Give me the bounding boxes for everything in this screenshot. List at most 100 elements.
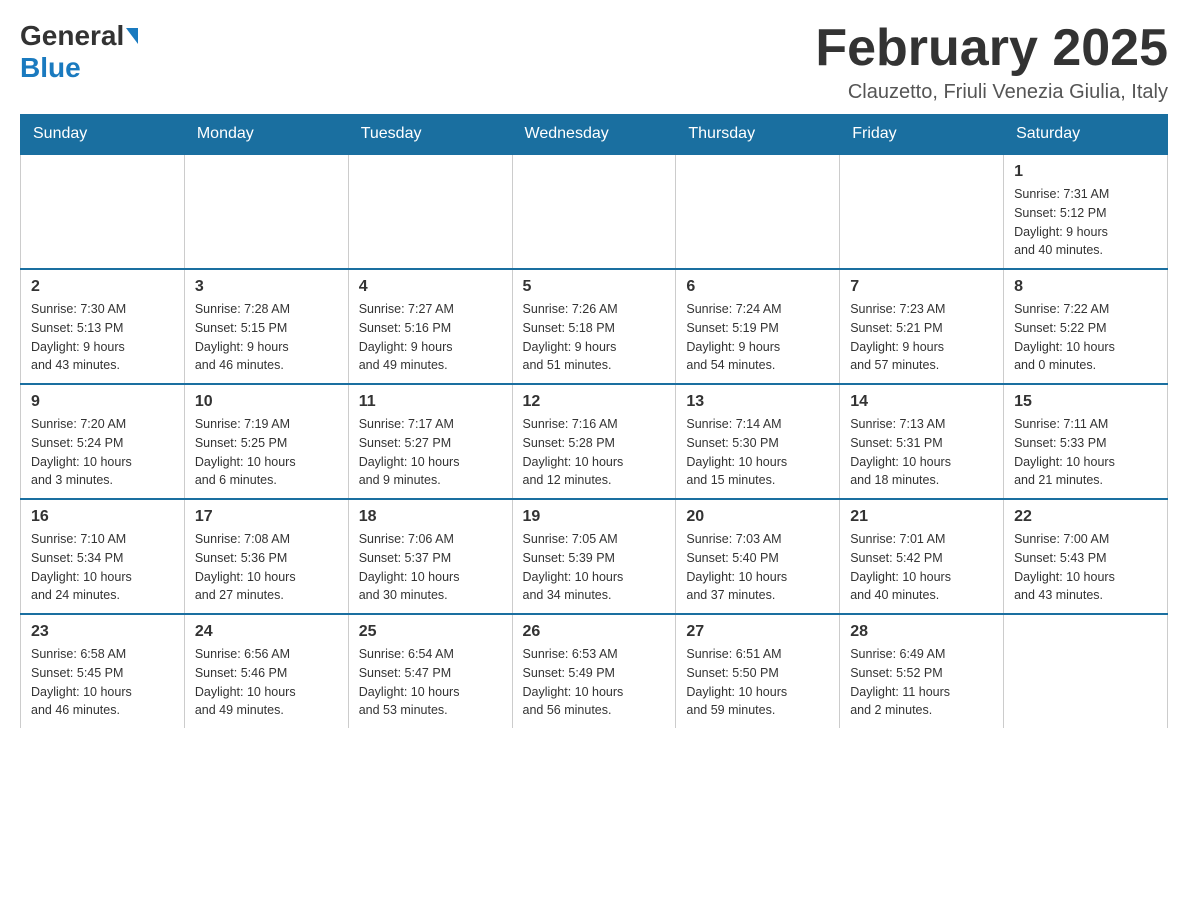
calendar-cell: 17 Sunrise: 7:08 AM Sunset: 5:36 PM Dayli… [184,499,348,614]
calendar-cell: 14 Sunrise: 7:13 AM Sunset: 5:31 PM Dayli… [840,384,1004,499]
calendar-week-1: 1 Sunrise: 7:31 AM Sunset: 5:12 PM Daylig… [21,154,1168,269]
day-number: 10 [195,393,338,411]
calendar-cell: 23 Sunrise: 6:58 AM Sunset: 5:45 PM Dayli… [21,614,185,728]
day-info: Sunrise: 7:30 AM Sunset: 5:13 PM Dayligh… [31,300,174,375]
day-info: Sunrise: 7:22 AM Sunset: 5:22 PM Dayligh… [1014,300,1157,375]
day-number: 4 [359,278,502,296]
location-title: Clauzetto, Friuli Venezia Giulia, Italy [815,81,1168,104]
day-info: Sunrise: 7:01 AM Sunset: 5:42 PM Dayligh… [850,530,993,605]
calendar-cell: 10 Sunrise: 7:19 AM Sunset: 5:25 PM Dayli… [184,384,348,499]
weekday-header-row: SundayMondayTuesdayWednesdayThursdayFrid… [21,115,1168,155]
calendar-cell: 24 Sunrise: 6:56 AM Sunset: 5:46 PM Dayli… [184,614,348,728]
day-info: Sunrise: 7:14 AM Sunset: 5:30 PM Dayligh… [686,415,829,490]
calendar-week-5: 23 Sunrise: 6:58 AM Sunset: 5:45 PM Dayli… [21,614,1168,728]
calendar-week-4: 16Sunrise: 7:10 AM Sunset: 5:34 PM Dayli… [21,499,1168,614]
calendar-cell: 9 Sunrise: 7:20 AM Sunset: 5:24 PM Daylig… [21,384,185,499]
calendar-cell: 22 Sunrise: 7:00 AM Sunset: 5:43 PM Dayli… [1004,499,1168,614]
day-info: Sunrise: 7:00 AM Sunset: 5:43 PM Dayligh… [1014,530,1157,605]
day-info: Sunrise: 7:13 AM Sunset: 5:31 PM Dayligh… [850,415,993,490]
day-number: 22 [1014,508,1157,526]
day-info: Sunrise: 7:16 AM Sunset: 5:28 PM Dayligh… [523,415,666,490]
calendar-cell: 11 Sunrise: 7:17 AM Sunset: 5:27 PM Dayli… [348,384,512,499]
day-number: 21 [850,508,993,526]
day-number: 9 [31,393,174,411]
weekday-header-saturday: Saturday [1004,115,1168,155]
calendar-week-2: 2Sunrise: 7:30 AM Sunset: 5:13 PM Daylig… [21,269,1168,384]
calendar-week-3: 9 Sunrise: 7:20 AM Sunset: 5:24 PM Daylig… [21,384,1168,499]
day-info: Sunrise: 7:03 AM Sunset: 5:40 PM Dayligh… [686,530,829,605]
day-number: 27 [686,623,829,641]
calendar-cell [840,154,1004,269]
day-number: 12 [523,393,666,411]
day-info: Sunrise: 6:51 AM Sunset: 5:50 PM Dayligh… [686,645,829,720]
day-info: Sunrise: 7:08 AM Sunset: 5:36 PM Dayligh… [195,530,338,605]
day-info: Sunrise: 7:27 AM Sunset: 5:16 PM Dayligh… [359,300,502,375]
calendar-cell: 28 Sunrise: 6:49 AM Sunset: 5:52 PM Dayli… [840,614,1004,728]
calendar-cell: 27 Sunrise: 6:51 AM Sunset: 5:50 PM Dayli… [676,614,840,728]
day-info: Sunrise: 7:23 AM Sunset: 5:21 PM Dayligh… [850,300,993,375]
day-number: 14 [850,393,993,411]
day-number: 15 [1014,393,1157,411]
day-number: 13 [686,393,829,411]
day-number: 8 [1014,278,1157,296]
day-number: 23 [31,623,174,641]
calendar-cell: 4 Sunrise: 7:27 AM Sunset: 5:16 PM Daylig… [348,269,512,384]
calendar-cell: 26Sunrise: 6:53 AM Sunset: 5:49 PM Dayli… [512,614,676,728]
day-info: Sunrise: 7:24 AM Sunset: 5:19 PM Dayligh… [686,300,829,375]
calendar-cell: 19 Sunrise: 7:05 AM Sunset: 5:39 PM Dayli… [512,499,676,614]
day-number: 28 [850,623,993,641]
calendar-cell: 7Sunrise: 7:23 AM Sunset: 5:21 PM Daylig… [840,269,1004,384]
calendar-cell: 1 Sunrise: 7:31 AM Sunset: 5:12 PM Daylig… [1004,154,1168,269]
day-info: Sunrise: 7:17 AM Sunset: 5:27 PM Dayligh… [359,415,502,490]
day-info: Sunrise: 6:49 AM Sunset: 5:52 PM Dayligh… [850,645,993,720]
day-info: Sunrise: 6:56 AM Sunset: 5:46 PM Dayligh… [195,645,338,720]
day-info: Sunrise: 7:31 AM Sunset: 5:12 PM Dayligh… [1014,185,1157,260]
weekday-header-monday: Monday [184,115,348,155]
day-number: 11 [359,393,502,411]
logo-blue-text: Blue [20,52,81,83]
day-info: Sunrise: 7:20 AM Sunset: 5:24 PM Dayligh… [31,415,174,490]
weekday-header-thursday: Thursday [676,115,840,155]
day-info: Sunrise: 7:10 AM Sunset: 5:34 PM Dayligh… [31,530,174,605]
title-block: February 2025 Clauzetto, Friuli Venezia … [815,20,1168,104]
day-info: Sunrise: 7:19 AM Sunset: 5:25 PM Dayligh… [195,415,338,490]
calendar-cell: 20Sunrise: 7:03 AM Sunset: 5:40 PM Dayli… [676,499,840,614]
calendar-table: SundayMondayTuesdayWednesdayThursdayFrid… [20,114,1168,728]
calendar-cell: 16Sunrise: 7:10 AM Sunset: 5:34 PM Dayli… [21,499,185,614]
month-title: February 2025 [815,20,1168,77]
calendar-cell: 8 Sunrise: 7:22 AM Sunset: 5:22 PM Daylig… [1004,269,1168,384]
calendar-cell: 21 Sunrise: 7:01 AM Sunset: 5:42 PM Dayli… [840,499,1004,614]
weekday-header-sunday: Sunday [21,115,185,155]
day-info: Sunrise: 6:54 AM Sunset: 5:47 PM Dayligh… [359,645,502,720]
page-header: General Blue February 2025 Clauzetto, Fr… [20,20,1168,104]
calendar-cell: 5Sunrise: 7:26 AM Sunset: 5:18 PM Daylig… [512,269,676,384]
day-info: Sunrise: 7:28 AM Sunset: 5:15 PM Dayligh… [195,300,338,375]
calendar-cell [184,154,348,269]
weekday-header-wednesday: Wednesday [512,115,676,155]
day-number: 3 [195,278,338,296]
calendar-cell: 3 Sunrise: 7:28 AM Sunset: 5:15 PM Daylig… [184,269,348,384]
day-number: 19 [523,508,666,526]
calendar-cell [512,154,676,269]
calendar-cell: 6Sunrise: 7:24 AM Sunset: 5:19 PM Daylig… [676,269,840,384]
calendar-cell [1004,614,1168,728]
calendar-cell [676,154,840,269]
day-info: Sunrise: 7:11 AM Sunset: 5:33 PM Dayligh… [1014,415,1157,490]
day-number: 24 [195,623,338,641]
day-info: Sunrise: 7:05 AM Sunset: 5:39 PM Dayligh… [523,530,666,605]
calendar-cell: 15 Sunrise: 7:11 AM Sunset: 5:33 PM Dayli… [1004,384,1168,499]
calendar-cell: 25Sunrise: 6:54 AM Sunset: 5:47 PM Dayli… [348,614,512,728]
calendar-cell: 12 Sunrise: 7:16 AM Sunset: 5:28 PM Dayli… [512,384,676,499]
calendar-cell: 13 Sunrise: 7:14 AM Sunset: 5:30 PM Dayli… [676,384,840,499]
day-number: 17 [195,508,338,526]
calendar-cell: 18Sunrise: 7:06 AM Sunset: 5:37 PM Dayli… [348,499,512,614]
weekday-header-friday: Friday [840,115,1004,155]
day-number: 1 [1014,163,1157,181]
day-number: 5 [523,278,666,296]
day-info: Sunrise: 6:58 AM Sunset: 5:45 PM Dayligh… [31,645,174,720]
day-info: Sunrise: 7:06 AM Sunset: 5:37 PM Dayligh… [359,530,502,605]
calendar-cell: 2Sunrise: 7:30 AM Sunset: 5:13 PM Daylig… [21,269,185,384]
calendar-cell [348,154,512,269]
calendar-cell [21,154,185,269]
day-number: 26 [523,623,666,641]
